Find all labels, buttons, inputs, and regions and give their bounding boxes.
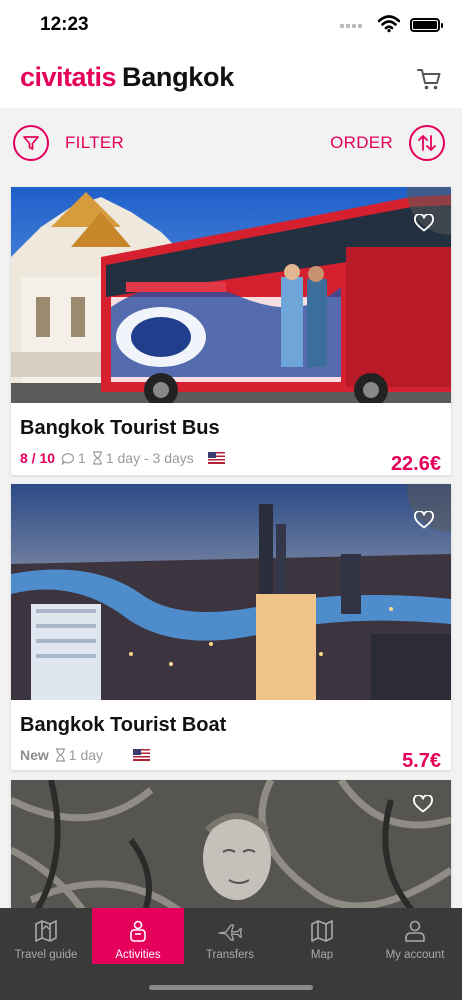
heart-icon: [414, 214, 434, 232]
activity-image-buddha-head[interactable]: [11, 780, 451, 908]
airplane-icon: [218, 924, 243, 941]
status-bar: 12:23: [0, 0, 462, 50]
battery-icon: [410, 18, 443, 32]
status-time: 12:23: [40, 14, 89, 35]
tab-map[interactable]: Map: [276, 908, 368, 964]
activity-image-tourist-boat[interactable]: [11, 484, 451, 700]
cellular-signal-icon: [340, 22, 362, 28]
page-title: Bangkok: [122, 62, 234, 92]
favorite-button[interactable]: [407, 484, 451, 532]
order-label: ORDER: [330, 133, 393, 152]
map-icon: [311, 920, 333, 942]
cart-icon[interactable]: [416, 66, 442, 92]
favorite-button[interactable]: [407, 187, 451, 235]
tab-label: My account: [385, 949, 445, 961]
us-flag-icon: [133, 749, 151, 761]
tab-my-account[interactable]: My account: [368, 908, 462, 964]
activity-card-tourist-boat[interactable]: Bangkok Tourist Boat New 1 day 5.7€: [11, 484, 451, 770]
comment-icon: [61, 452, 75, 465]
sort-arrows-icon: [409, 125, 445, 161]
price: 22.6€: [390, 453, 441, 475]
new-badge: New: [20, 747, 49, 763]
duration: 1 day: [68, 747, 104, 763]
heart-icon: [414, 511, 434, 529]
heart-icon: [413, 795, 433, 813]
hourglass-icon: [92, 451, 102, 465]
filter-icon: [13, 125, 49, 161]
tab-label: Travel guide: [14, 949, 78, 961]
filter-order-bar: FILTER ORDER: [0, 108, 462, 178]
activity-meta: 8 / 10 1 1 day - 3 days: [20, 450, 225, 466]
activity-image-tourist-bus[interactable]: [11, 187, 451, 403]
map-fold-icon: [35, 920, 57, 942]
activity-title[interactable]: Bangkok Tourist Boat: [20, 714, 226, 737]
wifi-icon: [378, 15, 400, 33]
hourglass-icon: [55, 748, 65, 762]
order-button[interactable]: ORDER: [330, 124, 445, 162]
tab-label: Activities: [115, 949, 161, 961]
activity-meta: New 1 day: [20, 747, 151, 763]
home-indicator[interactable]: [149, 985, 313, 990]
filter-label: FILTER: [65, 133, 125, 152]
tab-travel-guide[interactable]: Travel guide: [0, 908, 92, 964]
activities-person-icon: [130, 920, 146, 942]
tab-activities[interactable]: Activities: [92, 908, 184, 964]
activity-list[interactable]: Bangkok Tourist Bus 8 / 10 1 1 day - 3 d…: [0, 178, 462, 908]
price: 5.7€: [402, 750, 441, 770]
tab-label: Map: [310, 949, 334, 961]
review-count: 1: [78, 450, 86, 466]
filter-button[interactable]: FILTER: [13, 124, 124, 162]
tab-transfers[interactable]: Transfers: [184, 908, 276, 964]
rating-score: 8 / 10: [20, 450, 56, 466]
duration: 1 day - 3 days: [105, 450, 194, 466]
brand-logo[interactable]: civitatis: [20, 62, 117, 93]
tab-label: Transfers: [205, 949, 255, 961]
us-flag-icon: [207, 452, 225, 464]
activity-card-third[interactable]: [11, 780, 451, 908]
activity-card-tourist-bus[interactable]: Bangkok Tourist Bus 8 / 10 1 1 day - 3 d…: [11, 187, 451, 475]
user-icon: [405, 920, 425, 942]
activity-title[interactable]: Bangkok Tourist Bus: [20, 417, 220, 440]
favorite-button[interactable]: [395, 780, 451, 828]
app-header: civitatis Bangkok: [0, 50, 462, 108]
